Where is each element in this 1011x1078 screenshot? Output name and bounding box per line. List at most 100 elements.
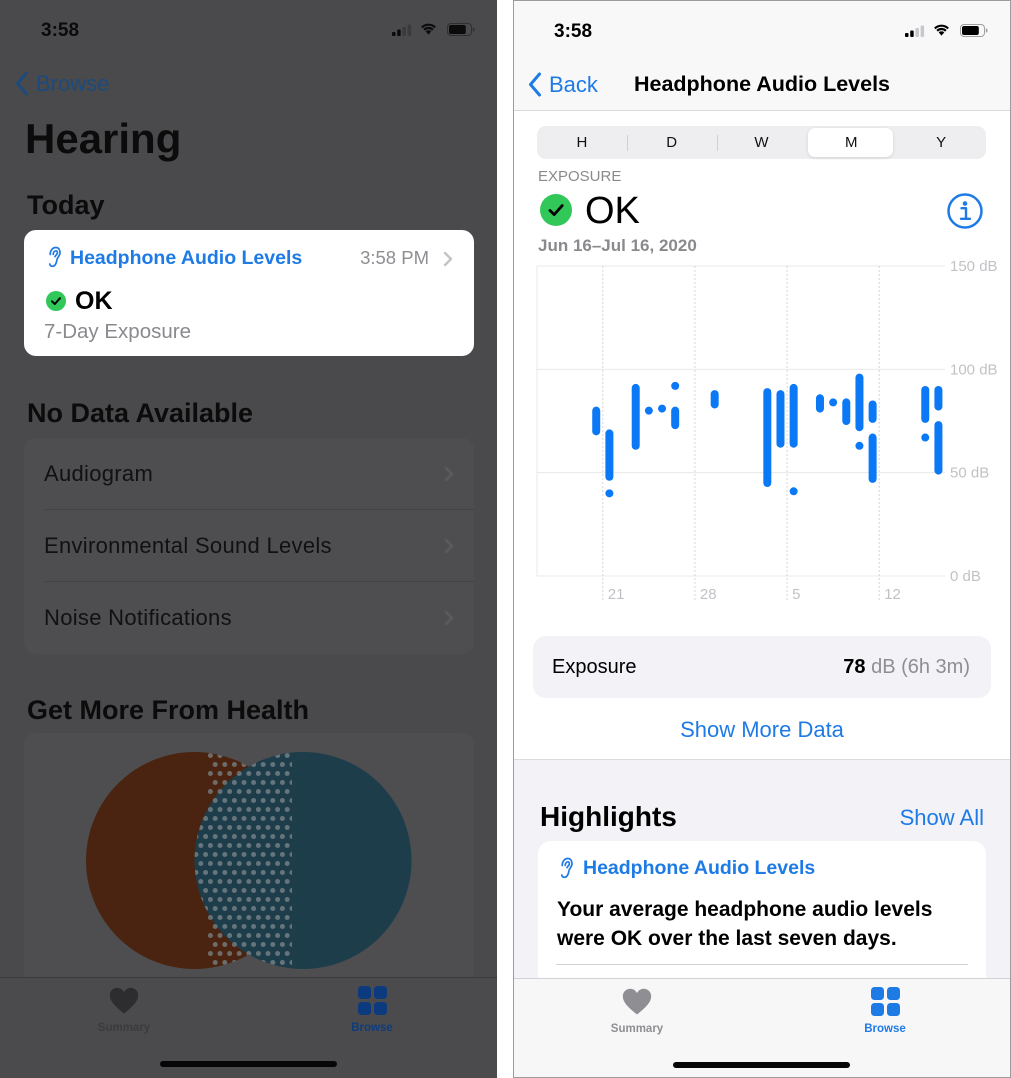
y-tick-label: 0 dB <box>950 568 981 585</box>
chevron-right-icon <box>444 538 454 554</box>
audio-levels-chart[interactable]: 150 dB 100 dB 50 dB 0 dB 21 28 5 12 <box>533 256 1011 611</box>
status-time: 3:58 <box>554 21 593 42</box>
signal-icon <box>905 25 925 37</box>
checkmark-circle-icon <box>540 194 572 226</box>
data-point-dot <box>789 487 798 496</box>
range-bar <box>789 383 798 448</box>
card-title: Headphone Audio Levels <box>70 246 303 269</box>
range-bar <box>815 394 824 413</box>
range-bar <box>868 433 877 483</box>
summary-label: EXPOSURE <box>538 168 622 185</box>
venn-diagram-illustration <box>86 752 412 969</box>
list-item-environmental-sound-levels[interactable]: Environmental Sound Levels <box>24 510 474 582</box>
x-tick-label: 5 <box>792 586 800 603</box>
divider <box>556 964 968 965</box>
info-icon[interactable] <box>947 193 983 229</box>
data-point-dot <box>671 381 680 390</box>
heart-icon <box>622 988 652 1015</box>
range-bar <box>934 386 943 411</box>
range-bar <box>671 406 680 430</box>
x-tick-label: 12 <box>884 586 901 603</box>
segment-hour[interactable]: H <box>537 126 627 159</box>
segment-year[interactable]: Y <box>896 126 986 159</box>
range-bar <box>631 383 640 450</box>
range-bar <box>592 406 601 436</box>
signal-icon <box>392 24 412 36</box>
range-bar <box>605 429 614 481</box>
home-indicator[interactable] <box>160 1061 337 1067</box>
data-point-dot <box>605 489 614 498</box>
chevron-left-icon <box>16 71 28 96</box>
wifi-icon <box>934 24 949 36</box>
list-item-noise-notifications[interactable]: Noise Notifications <box>24 582 474 654</box>
x-tick-label: 21 <box>608 586 625 603</box>
card-timestamp: 3:58 PM <box>360 247 429 268</box>
data-point-dot <box>658 404 667 413</box>
nav-title: Headphone Audio Levels <box>633 72 891 96</box>
back-button[interactable]: Browse <box>12 68 122 100</box>
home-indicator[interactable] <box>673 1062 850 1068</box>
chevron-right-icon <box>443 251 453 267</box>
range-bar <box>934 421 943 475</box>
tab-label: Browse <box>351 1022 393 1034</box>
wifi-icon <box>421 23 436 35</box>
list-item-label: Noise Notifications <box>44 605 232 630</box>
tab-label: Browse <box>864 1023 906 1035</box>
data-point-dot <box>644 406 653 415</box>
x-tick-label: 28 <box>700 586 717 603</box>
no-data-list: Audiogram Environmental Sound Levels Noi… <box>24 438 474 654</box>
segment-week[interactable]: W <box>717 126 807 159</box>
segment-month[interactable]: M <box>806 126 896 159</box>
list-item-label: Audiogram <box>44 461 154 486</box>
tab-browse[interactable]: Browse <box>312 984 432 1034</box>
segment-day[interactable]: D <box>627 126 717 159</box>
tab-label: Summary <box>610 1023 664 1035</box>
ear-icon <box>48 246 61 268</box>
y-tick-label: 50 dB <box>950 465 989 482</box>
exposure-label: Exposure <box>552 656 637 678</box>
highlight-title: Headphone Audio Levels <box>583 856 816 879</box>
headphone-audio-levels-card[interactable]: Headphone Audio Levels 3:58 PM OK 7-Day … <box>24 230 474 356</box>
exposure-unit-duration: dB (6h 3m) <box>865 656 970 678</box>
back-label: Browse <box>36 71 110 96</box>
ear-icon <box>560 857 573 879</box>
show-all-link[interactable]: Show All <box>900 807 984 829</box>
highlight-body: Your average headphone audio levels were… <box>557 898 933 950</box>
status-text: OK <box>75 287 113 315</box>
range-bar <box>763 388 772 487</box>
heart-icon <box>109 987 139 1014</box>
exposure-value: 78 dB (6h 3m) <box>843 657 970 677</box>
headphone-audio-levels-screen: 3:58 Back Headphone Audio Levels H D W M… <box>513 0 1011 1078</box>
tab-label: Summary <box>97 1022 151 1034</box>
exposure-db-value: 78 <box>843 656 866 678</box>
range-bar <box>710 390 719 409</box>
range-bar <box>855 373 864 432</box>
exposure-row: Exposure 78 dB (6h 3m) <box>533 636 991 698</box>
battery-icon <box>447 23 475 36</box>
range-bar <box>868 400 877 423</box>
highlights-heading: Highlights <box>540 801 677 832</box>
tab-browse[interactable]: Browse <box>825 985 945 1035</box>
card-subtitle: 7-Day Exposure <box>44 320 191 343</box>
y-tick-label: 150 dB <box>950 258 998 275</box>
show-more-data-link[interactable]: Show More Data <box>514 719 1010 741</box>
range-bar <box>921 386 930 423</box>
range-bar <box>776 390 785 448</box>
chevron-right-icon <box>444 466 454 482</box>
checkmark-circle-icon <box>46 291 66 311</box>
section-heading-no-data: No Data Available <box>27 398 254 428</box>
page-title: Hearing <box>25 115 182 162</box>
time-range-segmented-control: H D W M Y <box>537 126 986 159</box>
list-item-audiogram[interactable]: Audiogram <box>24 438 474 510</box>
date-range: Jun 16–Jul 16, 2020 <box>538 236 697 255</box>
status-text: OK <box>585 190 640 232</box>
hearing-screen: 3:58 Browse Hearing Today Headphone Audi… <box>0 0 497 1078</box>
tab-summary[interactable]: Summary <box>577 985 697 1035</box>
list-item-label: Environmental Sound Levels <box>44 533 332 558</box>
section-heading-get-more: Get More From Health <box>27 695 310 725</box>
y-tick-label: 100 dB <box>950 361 998 378</box>
battery-icon <box>960 24 988 37</box>
status-time: 3:58 <box>41 20 80 41</box>
tab-summary[interactable]: Summary <box>64 984 184 1034</box>
section-heading-today: Today <box>27 190 105 220</box>
